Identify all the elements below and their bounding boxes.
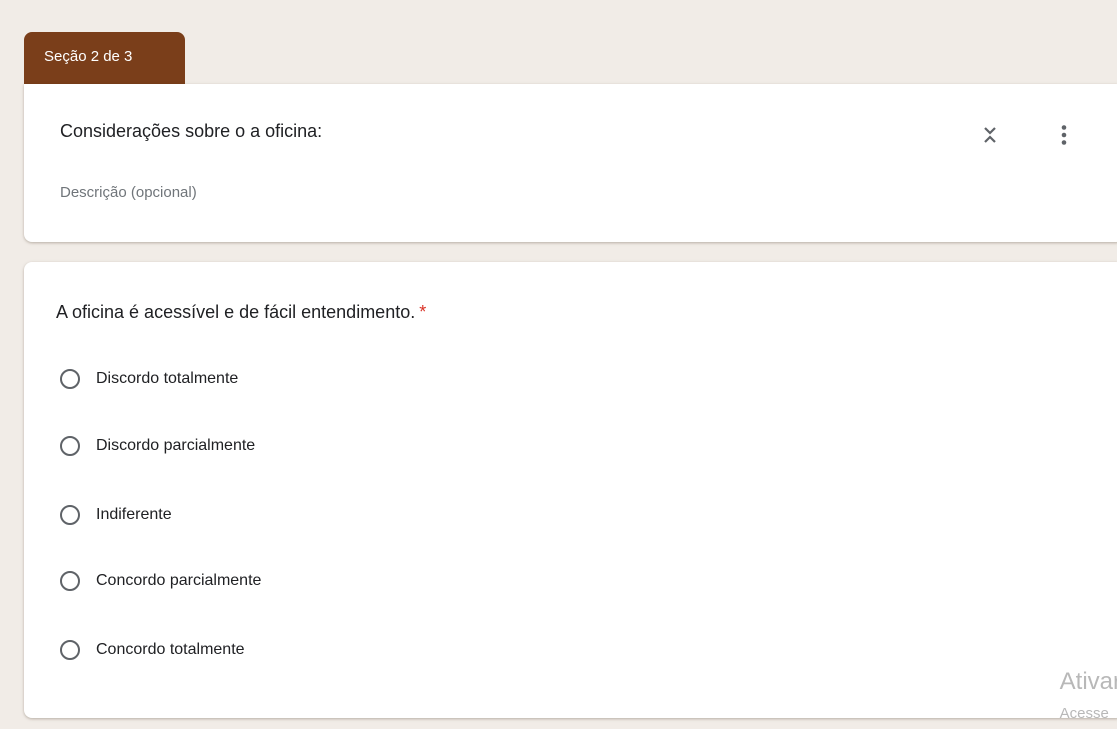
question-text: A oficina é acessível e de fácil entendi… — [56, 302, 416, 322]
option-discordo-totalmente[interactable]: Discordo totalmente — [60, 366, 238, 392]
option-concordo-totalmente[interactable]: Concordo totalmente — [60, 637, 245, 663]
radio-button[interactable] — [60, 436, 80, 456]
option-label: Concordo parcialmente — [96, 572, 262, 589]
question-card: A oficina é acessível e de fácil entendi… — [24, 262, 1117, 718]
option-discordo-parcialmente[interactable]: Discordo parcialmente — [60, 433, 255, 459]
radio-button[interactable] — [60, 571, 80, 591]
more-vert-icon — [1061, 125, 1067, 145]
option-label: Discordo parcialmente — [96, 437, 256, 454]
section-header-card: Considerações sobre o a oficina: Descriç… — [24, 84, 1117, 242]
radio-button[interactable] — [60, 369, 80, 389]
collapse-section-button[interactable] — [970, 115, 1010, 155]
radio-button[interactable] — [60, 640, 80, 660]
option-concordo-parcialmente[interactable]: Concordo parcialmente — [60, 568, 261, 594]
option-label: Discordo totalmente — [96, 370, 239, 387]
more-options-button[interactable] — [1044, 115, 1084, 155]
section-description-field[interactable]: Descrição (opcional) — [60, 184, 197, 201]
section-tab-label: Seção 2 de 3 — [44, 48, 133, 65]
option-indiferente[interactable]: Indiferente — [60, 502, 172, 528]
option-label: Concordo totalmente — [96, 641, 245, 658]
watermark-line1: Ativar — [1059, 668, 1117, 695]
radio-button[interactable] — [60, 505, 80, 525]
section-tab: Seção 2 de 3 — [24, 32, 185, 84]
windows-activation-watermark: Ativar Acesse — [1059, 668, 1117, 722]
collapse-expand-icon — [984, 127, 996, 143]
required-asterisk: * — [419, 302, 427, 322]
watermark-line2: Acesse — [1059, 705, 1109, 722]
question-title: A oficina é acessível e de fácil entendi… — [56, 302, 426, 323]
section-title[interactable]: Considerações sobre o a oficina: — [60, 121, 322, 142]
option-label: Indiferente — [96, 506, 172, 523]
